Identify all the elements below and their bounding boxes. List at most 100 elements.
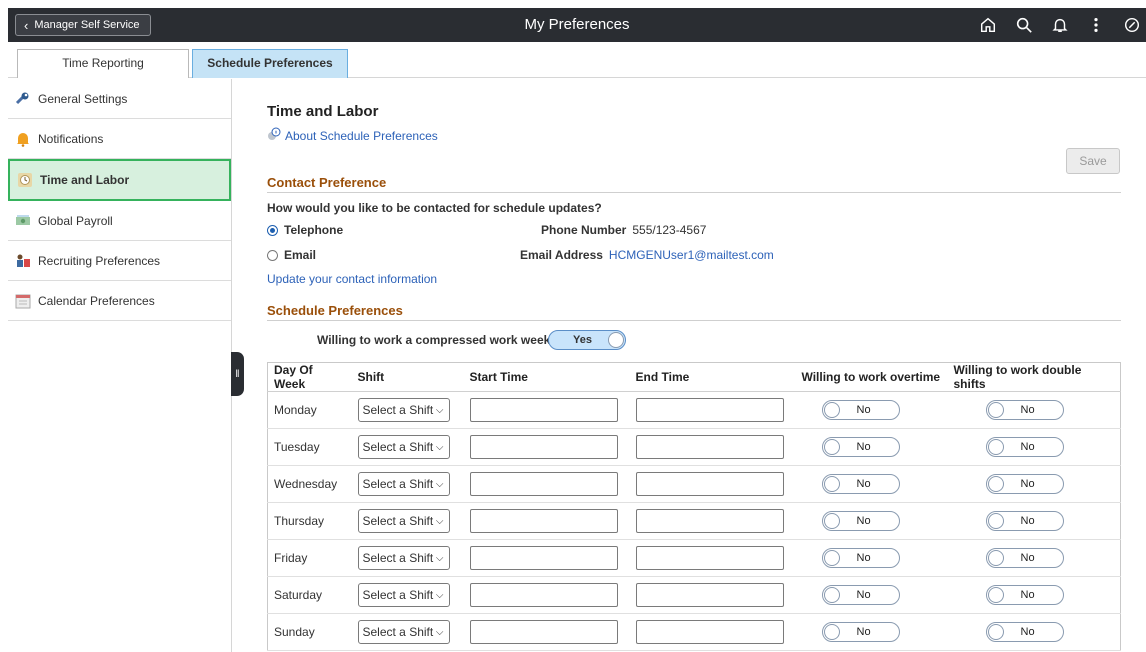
toggle-label: No [1020, 626, 1035, 638]
start-time-cell [463, 391, 630, 429]
toggle-knob [823, 624, 840, 640]
shift-cell: Select a Shift ⌵ [351, 465, 464, 503]
radio-telephone-selected[interactable] [267, 224, 278, 236]
end-time-input[interactable] [635, 398, 784, 422]
double-shift-cell: No [947, 465, 1121, 503]
end-time-cell [629, 539, 796, 577]
search-icon[interactable] [1010, 8, 1038, 42]
double-shift-toggle[interactable]: No [985, 622, 1064, 642]
collapse-sidebar-handle[interactable]: ‖ [231, 352, 244, 396]
shift-select[interactable]: Select a Shift ⌵ [357, 435, 450, 459]
start-time-input[interactable] [469, 472, 618, 496]
toggle-knob [987, 513, 1004, 529]
sidebar-item-time-and-labor[interactable]: Time and Labor [8, 159, 231, 201]
shift-select[interactable]: Select a Shift ⌵ [357, 546, 450, 570]
start-time-cell [463, 428, 630, 466]
actions-menu-icon[interactable] [1082, 8, 1110, 42]
email-address-field: Email Address HCMGENUser1@mailtest.com [520, 248, 774, 262]
col-start-time: Start Time [463, 362, 630, 392]
radio-email-unselected[interactable] [267, 249, 278, 261]
col-day-of-week: Day Of Week [267, 362, 352, 392]
end-time-cell [629, 391, 796, 429]
table-row: Sunday Select a Shift ⌵ No No [267, 613, 1121, 651]
end-time-input[interactable] [635, 472, 784, 496]
end-time-input[interactable] [635, 620, 784, 644]
compressed-week-toggle[interactable]: Yes [548, 330, 626, 350]
overtime-cell: No [795, 539, 948, 577]
email-address-link[interactable]: HCMGENUser1@mailtest.com [609, 248, 774, 262]
toggle-knob [823, 513, 840, 529]
sidebar-item-general-settings[interactable]: General Settings [8, 79, 231, 119]
double-shift-toggle[interactable]: No [985, 437, 1064, 457]
radio-email[interactable]: Email [267, 248, 316, 262]
toggle-label: No [856, 626, 871, 638]
overtime-toggle[interactable]: No [821, 548, 900, 568]
back-button[interactable]: ‹ Manager Self Service [15, 14, 151, 36]
end-time-input[interactable] [635, 546, 784, 570]
double-shift-cell: No [947, 576, 1121, 614]
tab-time-reporting-preferences[interactable]: Time Reporting Preferences [17, 49, 189, 97]
start-time-cell [463, 576, 630, 614]
toggle-label: No [856, 404, 871, 416]
overtime-toggle[interactable]: No [821, 400, 900, 420]
start-time-input[interactable] [469, 620, 618, 644]
sidebar-item-recruiting-preferences[interactable]: Recruiting Preferences [8, 241, 231, 281]
end-time-cell [629, 465, 796, 503]
end-time-input[interactable] [635, 435, 784, 459]
radio-telephone-label: Telephone [284, 223, 344, 237]
shift-select[interactable]: Select a Shift ⌵ [357, 472, 450, 496]
table-row: Friday Select a Shift ⌵ No No [267, 539, 1121, 577]
chevron-down-icon: ⌵ [435, 404, 444, 416]
shift-select[interactable]: Select a Shift ⌵ [357, 509, 450, 533]
overtime-cell: No [795, 502, 948, 540]
start-time-input[interactable] [469, 546, 618, 570]
start-time-cell [463, 465, 630, 503]
overtime-toggle[interactable]: No [821, 585, 900, 605]
sidebar-item-notifications[interactable]: Notifications [8, 119, 231, 159]
sidebar-item-global-payroll[interactable]: Global Payroll [8, 201, 231, 241]
toggle-label: No [1020, 404, 1035, 416]
shift-cell: Select a Shift ⌵ [351, 576, 464, 614]
update-contact-info-link[interactable]: Update your contact information [267, 272, 437, 286]
shift-cell: Select a Shift ⌵ [351, 502, 464, 540]
overtime-toggle[interactable]: No [821, 511, 900, 531]
shift-select[interactable]: Select a Shift ⌵ [357, 398, 450, 422]
phone-number-field: Phone Number 555/123-4567 [541, 223, 706, 237]
radio-telephone[interactable]: Telephone [267, 223, 343, 237]
double-shift-toggle[interactable]: No [985, 400, 1064, 420]
notification-bell-icon[interactable] [1046, 8, 1074, 42]
overtime-cell: No [795, 465, 948, 503]
toggle-label: No [1020, 589, 1035, 601]
overtime-toggle[interactable]: No [821, 437, 900, 457]
tab-schedule-preferences[interactable]: Schedule Preferences [192, 49, 348, 78]
start-time-input[interactable] [469, 398, 618, 422]
end-time-input[interactable] [635, 583, 784, 607]
pause-bars-icon: ‖ [235, 368, 240, 380]
toggle-label: No [1020, 478, 1035, 490]
phone-number-label: Phone Number [541, 223, 627, 237]
sidebar-item-calendar-preferences[interactable]: Calendar Preferences [8, 281, 231, 321]
shift-select[interactable]: Select a Shift ⌵ [357, 620, 450, 644]
shift-select-value: Select a Shift [362, 514, 434, 528]
save-button[interactable]: Save [1066, 148, 1120, 174]
end-time-input[interactable] [635, 509, 784, 533]
day-cell: Sunday [267, 613, 352, 651]
end-time-cell [629, 428, 796, 466]
shift-select[interactable]: Select a Shift ⌵ [357, 583, 450, 607]
overtime-toggle[interactable]: No [821, 622, 900, 642]
home-icon[interactable] [974, 8, 1002, 42]
sidebar-item-label: Time and Labor [40, 173, 130, 187]
double-shift-toggle[interactable]: No [985, 548, 1064, 568]
start-time-input[interactable] [469, 435, 618, 459]
start-time-input[interactable] [469, 509, 618, 533]
navbar-icon[interactable] [1118, 8, 1146, 42]
double-shift-toggle[interactable]: No [985, 474, 1064, 494]
info-icon [267, 127, 281, 144]
about-schedule-preferences-link[interactable]: About Schedule Preferences [267, 127, 438, 144]
toggle-label: No [856, 478, 871, 490]
overtime-toggle[interactable]: No [821, 474, 900, 494]
double-shift-toggle[interactable]: No [985, 585, 1064, 605]
double-shift-toggle[interactable]: No [985, 511, 1064, 531]
start-time-input[interactable] [469, 583, 618, 607]
table-row: Thursday Select a Shift ⌵ No No [267, 502, 1121, 540]
